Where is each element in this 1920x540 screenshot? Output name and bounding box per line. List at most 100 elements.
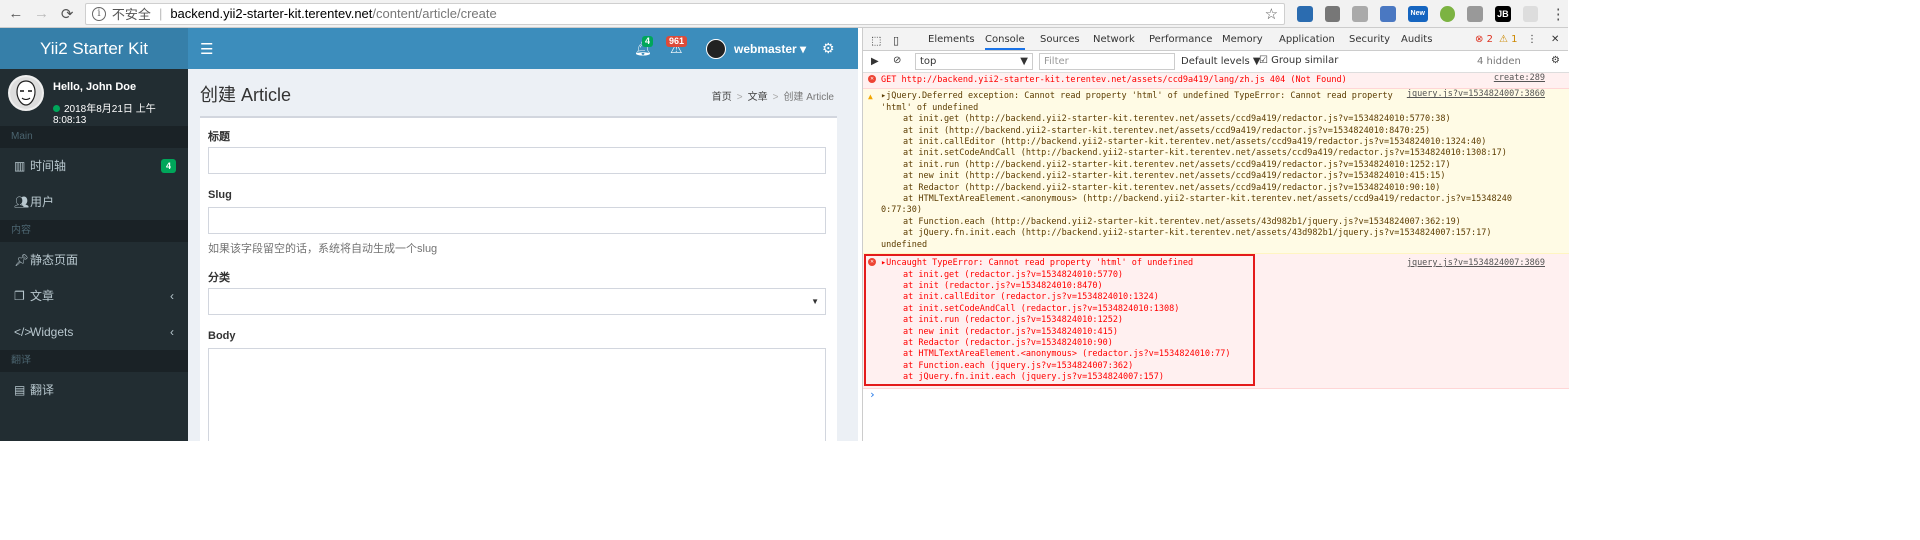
message-source-link[interactable]: jquery.js?v=1534824007:3869 [1407, 258, 1545, 269]
top-navbar: ☰ 🔔︎ 4 ⚠ 961 webmaster ▾ ⚙ [188, 28, 858, 69]
slug-help-text: 如果该字段留空的话，系统将自动生成一个slug [208, 243, 438, 255]
body-editor[interactable] [208, 348, 826, 441]
bookmark-star-icon[interactable]: ☆ [1265, 5, 1278, 23]
title-input[interactable] [208, 147, 826, 174]
stack-trace-line[interactable]: 0:77:30) [881, 205, 1561, 216]
category-label: 分类 [208, 272, 230, 284]
stack-trace-line[interactable]: at init (http://backend.yii2-starter-kit… [881, 126, 1561, 137]
brand-logo[interactable]: Yii2 Starter Kit [0, 28, 188, 69]
tab-audits[interactable]: Audits [1401, 34, 1432, 45]
console-warning-deferred: ▲ ▸jQuery.Deferred exception: Cannot rea… [863, 89, 1569, 255]
console-error-404: ✕ GET http://backend.yii2-starter-kit.te… [863, 73, 1569, 90]
console-settings-icon[interactable]: ⚙ [1551, 55, 1560, 66]
warn-count: 1 [1511, 34, 1518, 45]
inspect-icon[interactable]: ⬚ [871, 34, 881, 47]
stack-trace-line: undefined [881, 239, 928, 250]
sidebar-item-label: Widgets [30, 325, 74, 339]
title-label: 标题 [208, 131, 230, 143]
body-label: Body [208, 330, 236, 342]
extension-icon-7[interactable] [1522, 5, 1539, 22]
breadcrumb-separator: > [772, 92, 779, 103]
tab-security[interactable]: Security [1349, 34, 1390, 45]
sidebar-header-main: Main [0, 126, 188, 148]
app-window: Yii2 Starter Kit ☰ 🔔︎ 4 ⚠ 961 webmaster … [0, 28, 858, 441]
breadcrumb-articles[interactable]: 文章 [748, 92, 768, 103]
breadcrumb-current: 创建 Article [783, 92, 834, 103]
extension-icon-4[interactable] [1380, 5, 1396, 22]
address-bar[interactable]: i 不安全 | backend.yii2-starter-kit.terente… [84, 2, 1286, 25]
gears-icon[interactable]: ⚙ [822, 40, 835, 57]
highlight-annotation-box [864, 254, 1255, 386]
devtools-close-icon[interactable]: ✕ [1551, 34, 1559, 45]
user-menu[interactable]: webmaster ▾ [734, 42, 806, 56]
menu-icon[interactable]: ⋮ [1548, 4, 1568, 24]
tab-performance[interactable]: Performance [1149, 34, 1212, 45]
sidebar-item-translation[interactable]: ▤ 翻译 [0, 372, 188, 408]
url-host: backend.yii2-starter-kit.terentev.net [170, 6, 373, 21]
sidebar-item-widgets[interactable]: </>Widgets ‹ [0, 314, 188, 350]
stack-trace-line[interactable]: at init.run (http://backend.yii2-starter… [881, 160, 1561, 171]
reload-icon[interactable]: ⟳ [57, 4, 77, 24]
extension-jb-icon[interactable]: JB [1494, 5, 1511, 22]
devtools-tabbar: ⬚ ▯ Elements Console Sources Network Per… [863, 28, 1568, 51]
extension-new-icon[interactable]: New [1407, 5, 1428, 22]
user-avatar[interactable] [706, 39, 726, 59]
sidebar-item-articles[interactable]: ❐ 文章 ‹ [0, 278, 188, 314]
caret-down-icon: ▼ [1020, 56, 1028, 67]
console-toolbar: ▶ ⊘ top ▼ Filter Default levels ▼ ☑ Group… [863, 51, 1569, 73]
console-filter-input[interactable]: Filter [1039, 53, 1175, 70]
log-levels-dropdown[interactable]: Default levels ▼ [1181, 56, 1261, 67]
tab-network[interactable]: Network [1093, 34, 1135, 45]
stack-trace-line[interactable]: at Redactor (http://backend.yii2-starter… [881, 183, 1561, 194]
sidebar-header-translation: 翻译 [0, 350, 188, 372]
stack-trace-line[interactable]: at init.setCodeAndCall (http://backend.y… [881, 148, 1561, 159]
tab-memory[interactable]: Memory [1222, 34, 1263, 45]
stack-trace-line[interactable]: at new init (http://backend.yii2-starter… [881, 171, 1561, 182]
notification-badge: 4 [642, 36, 654, 47]
extension-icon-3[interactable] [1352, 5, 1369, 22]
stack-trace-line[interactable]: at jQuery.fn.init.each (http://backend.y… [881, 228, 1561, 239]
console-sidebar-icon[interactable]: ▶ [871, 56, 879, 67]
slug-input[interactable] [208, 207, 826, 234]
context-select[interactable]: top ▼ [915, 53, 1033, 70]
extension-icon-1[interactable] [1297, 5, 1313, 22]
stack-trace-line[interactable]: at Function.each (http://backend.yii2-st… [881, 217, 1561, 228]
sidebar-toggle-icon[interactable]: ☰ [200, 40, 213, 58]
extension-icon-5[interactable] [1439, 5, 1456, 22]
tab-elements[interactable]: Elements [928, 34, 975, 45]
tab-console[interactable]: Console [985, 34, 1025, 50]
tab-application[interactable]: Application [1279, 34, 1335, 45]
sidebar-item-static-pages[interactable]: 📌︎静态页面 [0, 242, 188, 278]
devtools-menu-icon[interactable]: ⋮ [1527, 34, 1537, 45]
extension-icon-6[interactable] [1467, 5, 1483, 22]
group-similar-checkbox[interactable]: ☑ Group similar [1259, 55, 1338, 66]
device-toolbar-icon[interactable]: ▯ [893, 34, 899, 47]
clear-console-icon[interactable]: ⊘ [893, 55, 901, 66]
message-source-link[interactable]: jquery.js?v=1534824007:3860 [1407, 89, 1545, 100]
online-dot-icon [53, 105, 60, 112]
stack-trace-line[interactable]: at init.get (http://backend.yii2-starter… [881, 114, 1561, 125]
back-icon[interactable]: ← [6, 4, 26, 24]
info-icon[interactable]: i [91, 6, 106, 21]
sidebar: Hello, John Doe 2018年8月21日 上午8:08:13 Mai… [0, 69, 188, 441]
warning-counter[interactable]: ⚠ 1 [1499, 34, 1518, 45]
error-counter[interactable]: ⊗ 2 [1475, 34, 1493, 45]
error-count: 2 [1486, 34, 1493, 45]
sidebar-item-timeline[interactable]: ▥ 时间轴 4 [0, 148, 188, 184]
breadcrumb-separator: > [736, 92, 743, 103]
user-panel: Hello, John Doe 2018年8月21日 上午8:08:13 [0, 69, 188, 126]
stack-trace-line[interactable]: at init.callEditor (http://backend.yii2-… [881, 137, 1561, 148]
console-prompt[interactable]: › [863, 388, 1569, 400]
category-select[interactable]: ▼ [208, 288, 826, 315]
address-separator: | [158, 6, 163, 21]
message-text: GET http://backend.yii2-starter-kit.tere… [881, 75, 1347, 85]
stack-trace-line[interactable]: at HTMLTextAreaElement.<anonymous> (http… [881, 194, 1561, 205]
extension-icon-2[interactable] [1324, 5, 1341, 22]
forward-icon[interactable]: → [32, 4, 52, 24]
tab-sources[interactable]: Sources [1040, 34, 1080, 45]
sidebar-item-users[interactable]: 👥︎用户 [0, 184, 188, 220]
message-source-link[interactable]: create:289 [1494, 73, 1545, 84]
browser-toolbar: ← → ⟳ i 不安全 | backend.yii2-starter-kit.t… [0, 0, 1568, 28]
hidden-count: 4 hidden [1477, 56, 1521, 67]
breadcrumb-home[interactable]: 首页 [712, 92, 732, 103]
